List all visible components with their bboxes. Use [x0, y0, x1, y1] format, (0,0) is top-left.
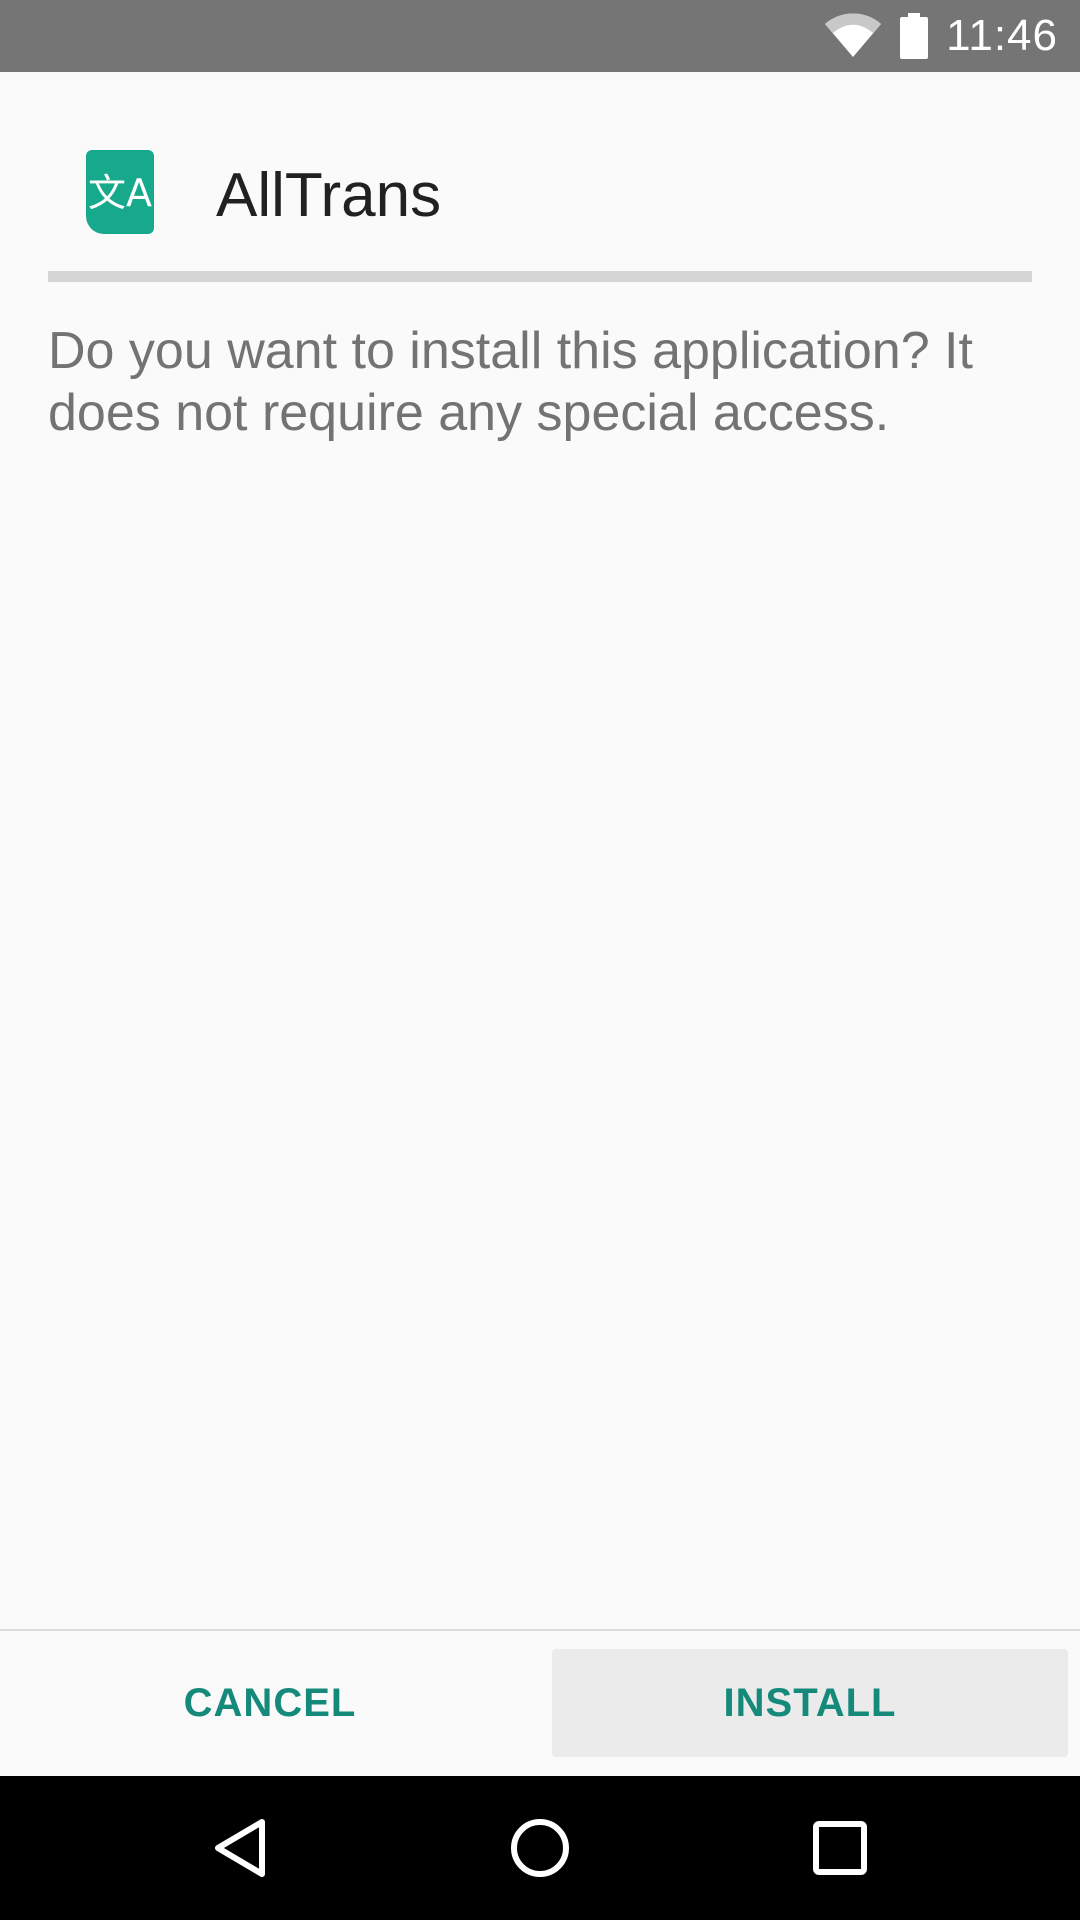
- recents-button[interactable]: [790, 1798, 890, 1898]
- status-bar: 11:46: [0, 0, 1080, 72]
- install-button[interactable]: INSTALL: [552, 1649, 1068, 1757]
- translate-icon: 文A: [86, 150, 154, 234]
- navigation-bar: [0, 1776, 1080, 1920]
- install-message: Do you want to install this application?…: [48, 322, 973, 442]
- status-icons: 11:46: [824, 0, 1058, 72]
- app-name: AllTrans: [216, 161, 442, 230]
- translate-icon-glyph: 文A: [88, 171, 152, 215]
- recents-icon: [813, 1821, 867, 1875]
- cancel-button[interactable]: CANCEL: [0, 1649, 540, 1757]
- home-button[interactable]: [490, 1798, 590, 1898]
- home-icon: [511, 1819, 569, 1877]
- status-time: 11:46: [946, 11, 1058, 60]
- app-header: 文A AllTrans: [0, 72, 1080, 282]
- battery-icon: [900, 13, 929, 59]
- back-icon: [215, 1819, 265, 1877]
- header-divider: [48, 271, 1032, 282]
- button-bar: CANCEL INSTALL: [0, 1631, 1080, 1776]
- back-button[interactable]: [190, 1798, 290, 1898]
- wifi-icon: [825, 13, 882, 57]
